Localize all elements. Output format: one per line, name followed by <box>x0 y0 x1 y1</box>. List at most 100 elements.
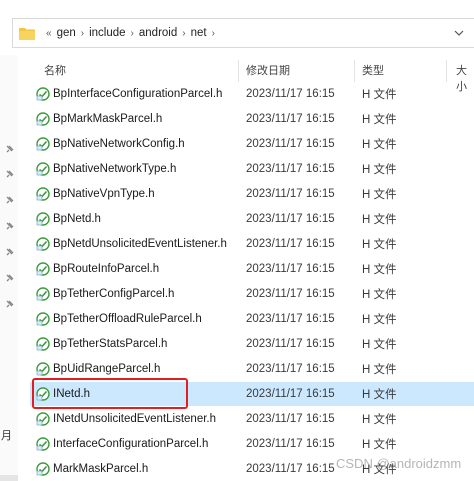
file-date: 2023/11/17 16:15 <box>246 263 335 275</box>
file-row[interactable]: BpRouteInfoParcel.h 2023/11/17 16:15 H 文件 <box>30 257 474 281</box>
file-type: H 文件 <box>362 364 397 376</box>
file-name: BpMarkMaskParcel.h <box>53 113 163 125</box>
file-row[interactable]: BpNativeVpnType.h 2023/11/17 16:15 H 文件 <box>30 182 474 206</box>
file-date: 2023/11/17 16:15 <box>246 413 335 425</box>
pin-icon[interactable] <box>5 274 14 283</box>
pin-icon[interactable] <box>5 300 14 309</box>
breadcrumb-separator: › <box>130 27 134 39</box>
file-name: BpTetherConfigParcel.h <box>53 288 175 300</box>
highlight-box <box>32 378 188 409</box>
file-date: 2023/11/17 16:15 <box>246 113 335 125</box>
h-file-icon <box>36 462 50 476</box>
h-file-icon <box>36 87 50 101</box>
column-divider[interactable] <box>446 60 447 82</box>
file-name: BpInterfaceConfigurationParcel.h <box>53 88 223 100</box>
file-date: 2023/11/17 16:15 <box>246 163 335 175</box>
chevron-down-icon <box>454 30 464 36</box>
navigation-pane[interactable]: 月 <box>0 55 18 481</box>
file-type: H 文件 <box>362 439 397 451</box>
h-file-icon <box>36 137 50 151</box>
h-file-icon <box>36 212 50 226</box>
file-name: BpRouteInfoParcel.h <box>53 263 160 275</box>
file-row[interactable]: BpTetherConfigParcel.h 2023/11/17 16:15 H … <box>30 282 474 306</box>
file-row[interactable]: BpNetdUnsolicitedEventListener.h 2023/11/… <box>30 232 474 256</box>
file-row[interactable]: BpNativeNetworkConfig.h 2023/11/17 16:15 H… <box>30 132 474 156</box>
pin-icon[interactable] <box>5 170 14 179</box>
breadcrumb-overflow[interactable]: « <box>46 28 52 39</box>
file-date: 2023/11/17 16:15 <box>246 138 335 150</box>
h-file-icon <box>36 312 50 326</box>
file-row[interactable]: BpNetd.h 2023/11/17 16:15 H 文件 <box>30 207 474 231</box>
h-file-icon <box>36 112 50 126</box>
column-type[interactable]: 类型 <box>362 62 384 78</box>
nav-item-selected[interactable] <box>0 475 18 481</box>
column-date[interactable]: 修改日期 <box>246 62 290 78</box>
file-type: H 文件 <box>362 239 397 251</box>
h-file-icon <box>36 287 50 301</box>
file-type: H 文件 <box>362 339 397 351</box>
file-type: H 文件 <box>362 189 397 201</box>
file-type: H 文件 <box>362 114 397 126</box>
folder-icon <box>19 27 35 40</box>
file-type: H 文件 <box>362 139 397 151</box>
file-date: 2023/11/17 16:15 <box>246 188 335 200</box>
file-row[interactable]: BpInterfaceConfigurationParcel.h 2023/11/… <box>30 82 474 106</box>
file-name: BpNativeVpnType.h <box>53 188 155 200</box>
column-header: 名称 修改日期 类型 大小 <box>18 60 474 93</box>
breadcrumb-net[interactable]: net <box>191 27 207 39</box>
file-type: H 文件 <box>362 389 397 401</box>
file-name: MarkMaskParcel.h <box>53 463 149 475</box>
file-row[interactable]: InterfaceConfigurationParcel.h 2023/11/17… <box>30 432 474 456</box>
file-date: 2023/11/17 16:15 <box>246 338 335 350</box>
file-date: 2023/11/17 16:15 <box>246 388 335 400</box>
pin-icon[interactable] <box>5 196 14 205</box>
h-file-icon <box>36 337 50 351</box>
h-file-icon <box>36 162 50 176</box>
pin-icon[interactable] <box>5 248 14 257</box>
file-type: H 文件 <box>362 314 397 326</box>
file-type: H 文件 <box>362 264 397 276</box>
file-row[interactable]: BpNativeNetworkType.h 2023/11/17 16:15 H 文… <box>30 157 474 181</box>
file-row[interactable]: INetdUnsolicitedEventListener.h 2023/11/1… <box>30 407 474 431</box>
breadcrumb-separator: › <box>80 27 85 39</box>
file-name: INetdUnsolicitedEventListener.h <box>53 413 217 425</box>
file-name: BpUidRangeParcel.h <box>53 363 161 375</box>
file-date: 2023/11/17 16:15 <box>246 313 335 325</box>
file-type: H 文件 <box>362 289 397 301</box>
file-date: 2023/11/17 16:15 <box>246 438 335 450</box>
breadcrumb-android[interactable]: android <box>139 27 177 39</box>
file-type: H 文件 <box>362 164 397 176</box>
file-row[interactable]: BpTetherOffloadRuleParcel.h 2023/11/17 16… <box>30 307 474 331</box>
h-file-icon <box>36 187 50 201</box>
file-date: 2023/11/17 16:15 <box>246 363 335 375</box>
h-file-icon <box>36 262 50 276</box>
file-type: H 文件 <box>362 414 397 426</box>
watermark: CSDN @androidzmm <box>336 456 462 471</box>
pin-icon[interactable] <box>5 222 14 231</box>
file-type: H 文件 <box>362 89 397 101</box>
column-name[interactable]: 名称 <box>44 62 66 78</box>
address-bar[interactable]: « gen › include › android › net › <box>12 18 474 48</box>
breadcrumb-gen[interactable]: gen <box>57 27 76 39</box>
h-file-icon <box>36 362 50 376</box>
file-date: 2023/11/17 16:15 <box>246 463 335 475</box>
h-file-icon <box>36 412 50 426</box>
file-name: BpNetdUnsolicitedEventListener.h <box>53 238 227 250</box>
breadcrumb-separator: › <box>182 27 186 39</box>
file-name: BpTetherOffloadRuleParcel.h <box>53 313 202 325</box>
file-name: BpNativeNetworkConfig.h <box>53 138 185 150</box>
column-divider[interactable] <box>238 60 239 82</box>
file-name: BpTetherStatsParcel.h <box>53 338 168 350</box>
address-dropdown[interactable] <box>444 19 474 47</box>
file-name: BpNetd.h <box>53 213 101 225</box>
h-file-icon <box>36 437 50 451</box>
pin-icon[interactable] <box>5 145 14 154</box>
column-divider[interactable] <box>354 60 355 82</box>
file-date: 2023/11/17 16:15 <box>246 238 335 250</box>
breadcrumb-separator: › <box>211 27 215 39</box>
file-date: 2023/11/17 16:15 <box>246 88 335 100</box>
nav-item-label[interactable]: 月 <box>1 427 12 443</box>
breadcrumb-include[interactable]: include <box>89 27 125 39</box>
file-row[interactable]: BpMarkMaskParcel.h 2023/11/17 16:15 H 文件 <box>30 107 474 131</box>
file-row[interactable]: BpTetherStatsParcel.h 2023/11/17 16:15 H 文… <box>30 332 474 356</box>
